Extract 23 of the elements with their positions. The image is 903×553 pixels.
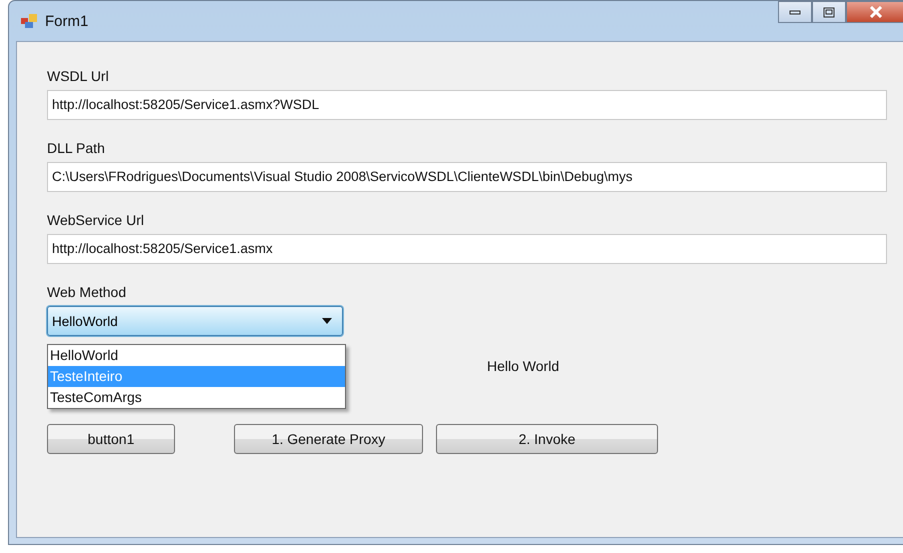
close-icon bbox=[869, 6, 883, 18]
dropdown-option[interactable]: TesteComArgs bbox=[48, 387, 345, 408]
form-button[interactable]: button1 bbox=[47, 424, 175, 454]
field-label: DLL Path bbox=[47, 140, 106, 156]
form-button[interactable]: 2. Invoke bbox=[436, 424, 658, 454]
field-label: Web Method bbox=[47, 284, 128, 300]
maximize-icon bbox=[823, 6, 835, 18]
result-label: Hello World bbox=[487, 358, 560, 374]
form-icon bbox=[20, 13, 38, 29]
text-field[interactable]: C:\Users\FRodrigues\Documents\Visual Studio 2008\ServicoWSDL\ClienteWSDL\bin\Debug\mys bbox=[47, 162, 887, 192]
form-button[interactable]: 1. Generate Proxy bbox=[234, 424, 423, 454]
minimize-button[interactable] bbox=[778, 1, 812, 23]
method-dropdown[interactable]: HelloWorld bbox=[47, 306, 343, 336]
dropdown-option[interactable]: HelloWorld bbox=[48, 345, 345, 366]
text-field[interactable]: http://localhost:58205/Service1.asmx?WSDL bbox=[47, 90, 887, 120]
window-title: Form1 bbox=[45, 12, 88, 30]
field-label: WSDL Url bbox=[47, 68, 110, 84]
close-button[interactable] bbox=[846, 1, 903, 23]
field-label: WebService Url bbox=[47, 212, 145, 228]
minimize-icon bbox=[789, 9, 801, 15]
caret-icon bbox=[322, 318, 332, 324]
text-field[interactable]: http://localhost:58205/Service1.asmx bbox=[47, 234, 887, 264]
maximize-button[interactable] bbox=[812, 1, 846, 23]
